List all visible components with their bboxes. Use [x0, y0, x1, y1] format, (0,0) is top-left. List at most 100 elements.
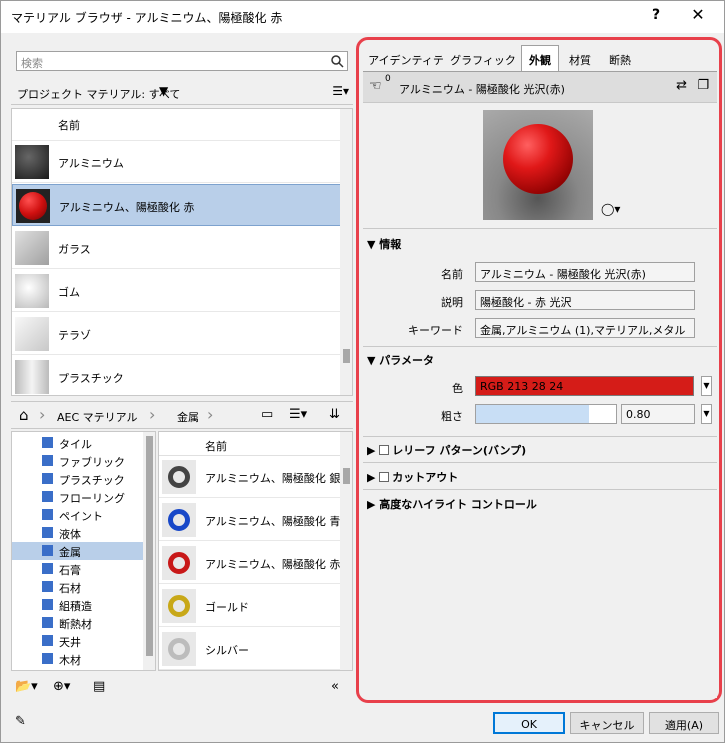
roughness-slider[interactable] [475, 404, 617, 424]
list-item[interactable]: アルミニウム、陽極酸化 銀 [159, 456, 342, 498]
material-thumbnail [15, 145, 49, 179]
list-item[interactable]: アルミニウム [12, 141, 342, 183]
search-input[interactable]: 検索 [16, 51, 348, 71]
help-button[interactable]: ? [646, 7, 666, 23]
column-header-name[interactable]: 名前 [58, 117, 80, 133]
asset-browser-icon[interactable]: ▤ [93, 679, 105, 694]
preview-sphere [503, 124, 573, 194]
filter-icon[interactable]: ▼ [159, 84, 168, 98]
name-field[interactable]: アルミニウム - 陽極酸化 光沢(赤) [475, 262, 695, 282]
project-materials-header: プロジェクト マテリアル: すべて ▼ ☰▾ [11, 81, 353, 105]
project-materials-label[interactable]: プロジェクト マテリアル: すべて [17, 86, 180, 102]
scrollbar-thumb[interactable] [146, 436, 153, 656]
left-pane: 検索 プロジェクト マテリアル: すべて ▼ ☰▾ 名前 アルミニウム アルミニ [11, 41, 353, 705]
section-relief-header[interactable]: ▶ レリーフ パターン(バンプ) [367, 442, 526, 458]
left-bottom-toolbar: 📂▾ ⊕▾ ▤ « [11, 673, 353, 701]
tab-appearance[interactable]: 外観 [521, 45, 559, 71]
tab-graphics[interactable]: グラフィックス [449, 46, 517, 83]
tree-item-selected[interactable]: 金属 [12, 542, 144, 560]
material-name: プラスチック [58, 372, 124, 385]
section-info-header[interactable]: ▼ 情報 [367, 236, 401, 252]
collapse-icon[interactable]: ⇊ [329, 407, 340, 422]
apply-button[interactable]: 適用(A) [649, 712, 719, 734]
material-browser-window: マテリアル ブラウザ - アルミニウム、陽極酸化 赤 ? ✕ 検索 プロジェクト… [0, 0, 725, 743]
folder-icon [42, 509, 53, 520]
replace-asset-icon[interactable]: ⇄ [676, 78, 687, 93]
color-dropdown-icon[interactable]: ▼ [701, 376, 712, 396]
breadcrumb-separator-icon: › [39, 405, 46, 424]
tree-item[interactable]: プラスチック [12, 470, 144, 488]
tree-item[interactable]: 石膏 [12, 560, 144, 578]
list-item-selected[interactable]: アルミニウム、陽極酸化 赤 [12, 184, 342, 226]
tree-item[interactable]: ペイント [12, 506, 144, 524]
tab-physical[interactable]: 材質 [563, 46, 597, 70]
list-item[interactable]: アルミニウム、陽極酸化 赤 [159, 542, 342, 584]
collapse-library-icon[interactable]: « [331, 679, 339, 694]
color-swatch[interactable]: RGB 213 28 24 [475, 376, 694, 396]
asset-user-count: 0 [385, 74, 391, 84]
relief-checkbox[interactable] [379, 445, 390, 455]
preview-options-icon[interactable]: ◯▾ [601, 202, 620, 216]
close-button[interactable]: ✕ [686, 5, 710, 24]
open-library-icon[interactable]: 📂▾ [15, 679, 38, 694]
description-field[interactable]: 陽極酸化 - 赤 光沢 [475, 290, 695, 310]
tree-item[interactable]: 断熱材 [12, 614, 144, 632]
tree-item[interactable]: ファブリック [12, 452, 144, 470]
view-list-icon[interactable]: ☰▾ [289, 407, 307, 422]
project-list-scrollbar[interactable] [340, 109, 352, 395]
divider [363, 436, 717, 437]
list-item[interactable]: ゴールド [159, 585, 342, 627]
tab-thermal[interactable]: 断熱 [603, 46, 637, 70]
roughness-value-field[interactable]: 0.80 [621, 404, 695, 424]
material-name: アルミニウム、陽極酸化 銀 [205, 472, 341, 485]
library-list-scrollbar[interactable] [340, 432, 352, 670]
material-editor-pane: アイデンティティ グラフィックス 外観 材質 断熱 ☜ 0 アルミニウム - 陽… [356, 37, 722, 703]
tree-item[interactable]: 天井 [12, 632, 144, 650]
tree-scrollbar[interactable] [143, 432, 155, 670]
material-name: テラゾ [58, 329, 91, 342]
edit-settings-icon[interactable]: ✎ [15, 714, 26, 729]
list-item[interactable]: アルミニウム、陽極酸化 青 [159, 499, 342, 541]
breadcrumb-library[interactable]: AEC マテリアル [57, 409, 138, 425]
keywords-field[interactable]: 金属,アルミニウム (1),マテリアル,メタル [475, 318, 695, 338]
divider [363, 462, 717, 463]
tree-item[interactable]: 木材 [12, 650, 144, 668]
cutout-checkbox[interactable] [379, 472, 390, 482]
section-params-header[interactable]: ▼ パラメータ [367, 352, 434, 368]
tab-identity[interactable]: アイデンティティ [367, 46, 445, 83]
tree-item[interactable]: 組積造 [12, 596, 144, 614]
folder-icon [42, 617, 53, 628]
material-name: アルミニウム、陽極酸化 青 [205, 515, 341, 528]
list-item[interactable]: ゴム [12, 270, 342, 312]
scrollbar-thumb[interactable] [343, 349, 350, 363]
column-header-name[interactable]: 名前 [205, 438, 227, 454]
color-value: RGB 213 28 24 [480, 380, 564, 393]
list-item[interactable]: ガラス [12, 227, 342, 269]
window-title: マテリアル ブラウザ - アルミニウム、陽極酸化 赤 [11, 11, 283, 25]
asset-header: ☜ 0 アルミニウム - 陽極酸化 光沢(赤) ⇄ ❐ [363, 71, 717, 103]
folder-icon [42, 563, 53, 574]
list-item[interactable]: プラスチック [12, 356, 342, 395]
tree-item[interactable]: タイル [12, 434, 144, 452]
scrollbar-thumb[interactable] [343, 468, 350, 484]
breadcrumb-category[interactable]: 金属 [177, 409, 199, 425]
section-cutout-header[interactable]: ▶ カットアウト [367, 469, 458, 485]
home-icon[interactable]: ⌂ [19, 406, 29, 424]
view-options-icon[interactable]: ☰▾ [332, 84, 349, 98]
cancel-button[interactable]: キャンセル [570, 712, 644, 734]
list-item[interactable]: テラゾ [12, 313, 342, 355]
search-icon[interactable] [330, 54, 344, 71]
divider [363, 346, 717, 347]
duplicate-asset-icon[interactable]: ❐ [697, 78, 709, 93]
tree-item[interactable]: 液体 [12, 524, 144, 542]
list-item[interactable]: シルバー [159, 628, 342, 670]
material-name: ゴールド [205, 601, 249, 614]
section-highlight-header[interactable]: ▶ 高度なハイライト コントロール [367, 496, 537, 512]
create-material-icon[interactable]: ⊕▾ [53, 679, 70, 694]
list-header: 名前 [159, 432, 342, 456]
ok-button[interactable]: OK [493, 712, 565, 734]
roughness-dropdown-icon[interactable]: ▼ [701, 404, 712, 424]
panel-toggle-icon[interactable]: ▭ [261, 407, 273, 422]
tree-item[interactable]: 石材 [12, 578, 144, 596]
tree-item[interactable]: フローリング [12, 488, 144, 506]
